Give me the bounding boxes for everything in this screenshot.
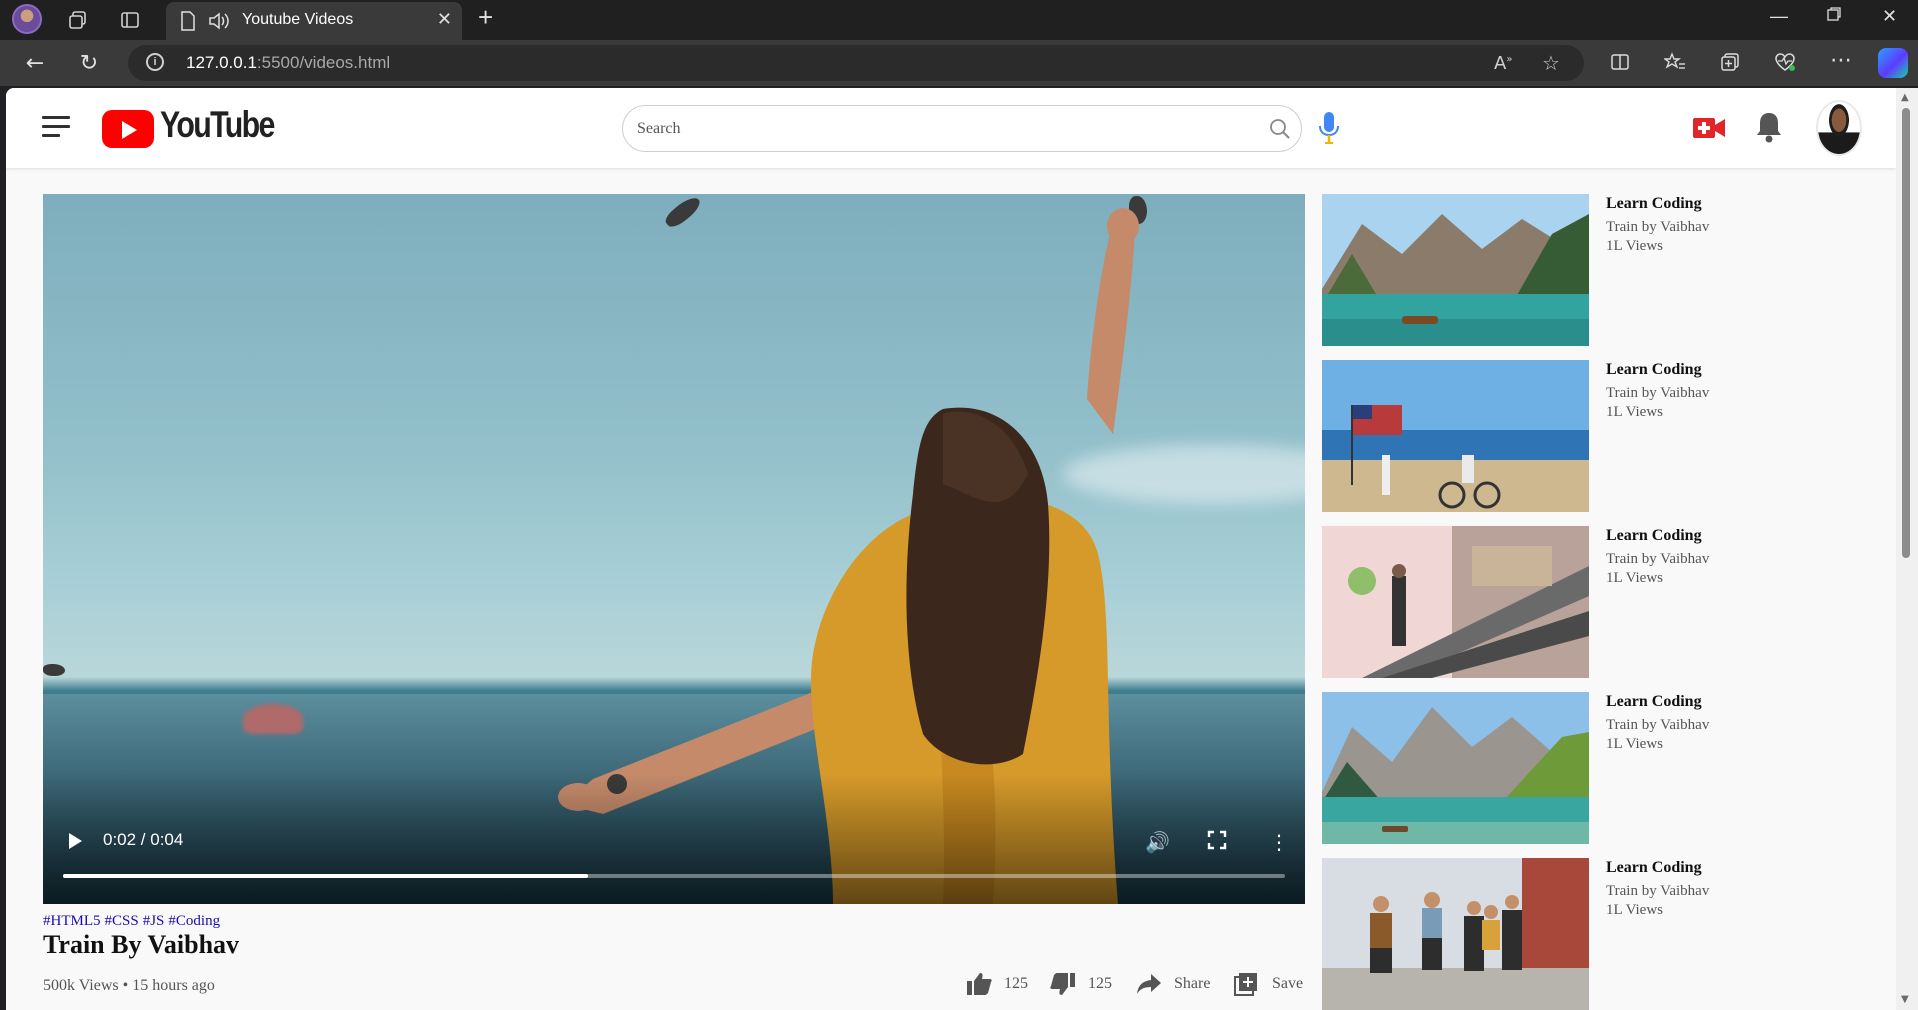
read-aloud-icon[interactable]: A» — [1494, 53, 1512, 74]
site-header: YouTube — [6, 88, 1896, 168]
video-time: 0:02 / 0:04 — [103, 830, 184, 849]
url-text[interactable]: 127.0.0.1:5500/videos.html — [186, 53, 390, 73]
video-thumbnail[interactable] — [1322, 692, 1589, 844]
collections-icon[interactable] — [1720, 52, 1740, 77]
video-thumbnail[interactable] — [1322, 858, 1589, 1010]
recommended-video[interactable]: Learn Coding Train by Vaibhav 1L Views — [1322, 360, 1896, 512]
hashtag-link[interactable]: #JS — [143, 913, 165, 929]
scrollbar-thumb[interactable] — [1902, 108, 1910, 558]
like-button[interactable]: 125 — [966, 972, 1028, 996]
thumbs-up-icon — [967, 973, 992, 995]
youtube-logo-text[interactable]: YouTube — [160, 104, 275, 146]
new-tab-icon[interactable]: + — [478, 2, 493, 33]
video-progress-bar[interactable] — [63, 874, 1285, 878]
recommended-title[interactable]: Learn Coding — [1606, 527, 1702, 545]
tab-title: Youtube Videos — [242, 11, 354, 28]
address-bar[interactable]: i 127.0.0.1:5500/videos.html A» ☆ — [128, 45, 1584, 81]
restore-icon[interactable] — [1826, 6, 1842, 27]
recommended-channel: Train by Vaibhav — [1606, 219, 1710, 235]
recommended-views: 1L Views — [1606, 238, 1664, 254]
recommended-video[interactable]: Learn Coding Train by Vaibhav 1L Views — [1322, 194, 1896, 346]
video-title: Train By Vaibhav — [43, 930, 240, 959]
recommended-views: 1L Views — [1606, 902, 1664, 918]
video-player[interactable]: 0:02 / 0:04 🔊 ⋮ — [43, 194, 1305, 904]
hashtag-link[interactable]: #Coding — [168, 913, 220, 929]
video-thumbnail[interactable] — [1322, 360, 1589, 512]
player-more-options-icon[interactable]: ⋮ — [1269, 830, 1289, 854]
split-screen-icon[interactable] — [1610, 52, 1630, 77]
site-info-icon[interactable]: i — [146, 53, 164, 71]
page-viewport: YouTube Search 0:02 / 0:04 🔊 ⋮ #HTML5 #C… — [6, 88, 1896, 1010]
favorite-star-icon[interactable]: ☆ — [1542, 51, 1560, 75]
recommended-channel: Train by Vaibhav — [1606, 717, 1710, 733]
recommended-title[interactable]: Learn Coding — [1606, 859, 1702, 877]
close-window-icon[interactable]: ✕ — [1882, 6, 1897, 27]
notifications-bell-icon[interactable] — [1754, 110, 1784, 144]
hashtag-link[interactable]: #CSS — [105, 913, 139, 929]
recommended-views: 1L Views — [1606, 570, 1664, 586]
video-thumbnail[interactable] — [1322, 526, 1589, 678]
url-path: :5500/videos.html — [256, 53, 391, 72]
dislike-button[interactable]: 125 — [1050, 972, 1112, 996]
recommended-title[interactable]: Learn Coding — [1606, 361, 1702, 379]
workspaces-icon[interactable] — [64, 6, 92, 34]
share-label: Share — [1174, 975, 1211, 992]
recommended-video[interactable]: Learn Coding Train by Vaibhav 1L Views — [1322, 858, 1896, 1010]
recommended-title[interactable]: Learn Coding — [1606, 195, 1702, 213]
video-thumbnail[interactable] — [1322, 194, 1589, 346]
active-tab[interactable]: Youtube Videos ✕ — [166, 2, 462, 40]
microphone-icon[interactable] — [1316, 110, 1342, 146]
recommended-video[interactable]: Learn Coding Train by Vaibhav 1L Views — [1322, 526, 1896, 678]
copilot-icon[interactable] — [1878, 48, 1908, 78]
like-count: 125 — [1004, 975, 1028, 992]
tab-actions-icon[interactable] — [116, 6, 144, 34]
save-playlist-icon — [1234, 973, 1257, 996]
scroll-up-icon[interactable]: ▲ — [1901, 92, 1909, 103]
video-meta: 500k Views • 15 hours ago — [43, 977, 215, 994]
youtube-logo-icon[interactable] — [102, 110, 154, 148]
recommended-video[interactable]: Learn Coding Train by Vaibhav 1L Views — [1322, 692, 1896, 844]
url-host: 127.0.0.1 — [186, 53, 257, 72]
search-input[interactable] — [637, 117, 1237, 141]
thumbs-down-icon — [1050, 973, 1075, 995]
browser-profile-avatar[interactable] — [12, 4, 42, 34]
address-bar-row: ← ↻ i 127.0.0.1:5500/videos.html A» ☆ ⋯ — [0, 40, 1918, 86]
minimize-icon[interactable]: — — [1770, 6, 1788, 27]
recommended-title[interactable]: Learn Coding — [1606, 693, 1702, 711]
search-bar — [622, 105, 1302, 152]
fullscreen-icon[interactable] — [1207, 830, 1227, 855]
hashtag-link[interactable]: #HTML5 — [43, 913, 101, 929]
save-button[interactable]: Save — [1234, 972, 1303, 996]
settings-more-icon[interactable]: ⋯ — [1830, 48, 1852, 73]
browser-tab-bar: Youtube Videos ✕ + — ✕ — [0, 0, 1918, 40]
reload-icon[interactable]: ↻ — [74, 48, 104, 78]
play-button[interactable] — [69, 833, 82, 849]
close-tab-icon[interactable]: ✕ — [437, 9, 452, 30]
scroll-down-icon[interactable]: ▼ — [1901, 994, 1909, 1005]
menu-hamburger-icon[interactable] — [42, 116, 72, 140]
browser-essentials-icon[interactable] — [1774, 52, 1796, 77]
share-button[interactable]: Share — [1136, 972, 1210, 996]
user-avatar[interactable] — [1816, 100, 1862, 156]
page-scrollbar[interactable]: ▲ ▼ — [1896, 88, 1918, 1010]
create-video-icon[interactable] — [1692, 115, 1726, 141]
favorites-icon[interactable] — [1662, 52, 1686, 77]
search-icon[interactable] — [1269, 118, 1291, 140]
recommended-views: 1L Views — [1606, 736, 1664, 752]
recommended-channel: Train by Vaibhav — [1606, 551, 1710, 567]
recommended-views: 1L Views — [1606, 404, 1664, 420]
dislike-count: 125 — [1088, 975, 1112, 992]
recommended-channel: Train by Vaibhav — [1606, 385, 1710, 401]
page-icon — [180, 11, 196, 36]
back-icon[interactable]: ← — [20, 48, 50, 78]
speaker-icon[interactable] — [208, 11, 230, 36]
recommended-channel: Train by Vaibhav — [1606, 883, 1710, 899]
video-progress-fill — [63, 874, 589, 878]
save-label: Save — [1272, 975, 1304, 992]
volume-icon[interactable]: 🔊 — [1145, 830, 1170, 854]
video-tags: #HTML5 #CSS #JS #Coding — [43, 913, 224, 930]
share-arrow-icon — [1137, 974, 1161, 994]
